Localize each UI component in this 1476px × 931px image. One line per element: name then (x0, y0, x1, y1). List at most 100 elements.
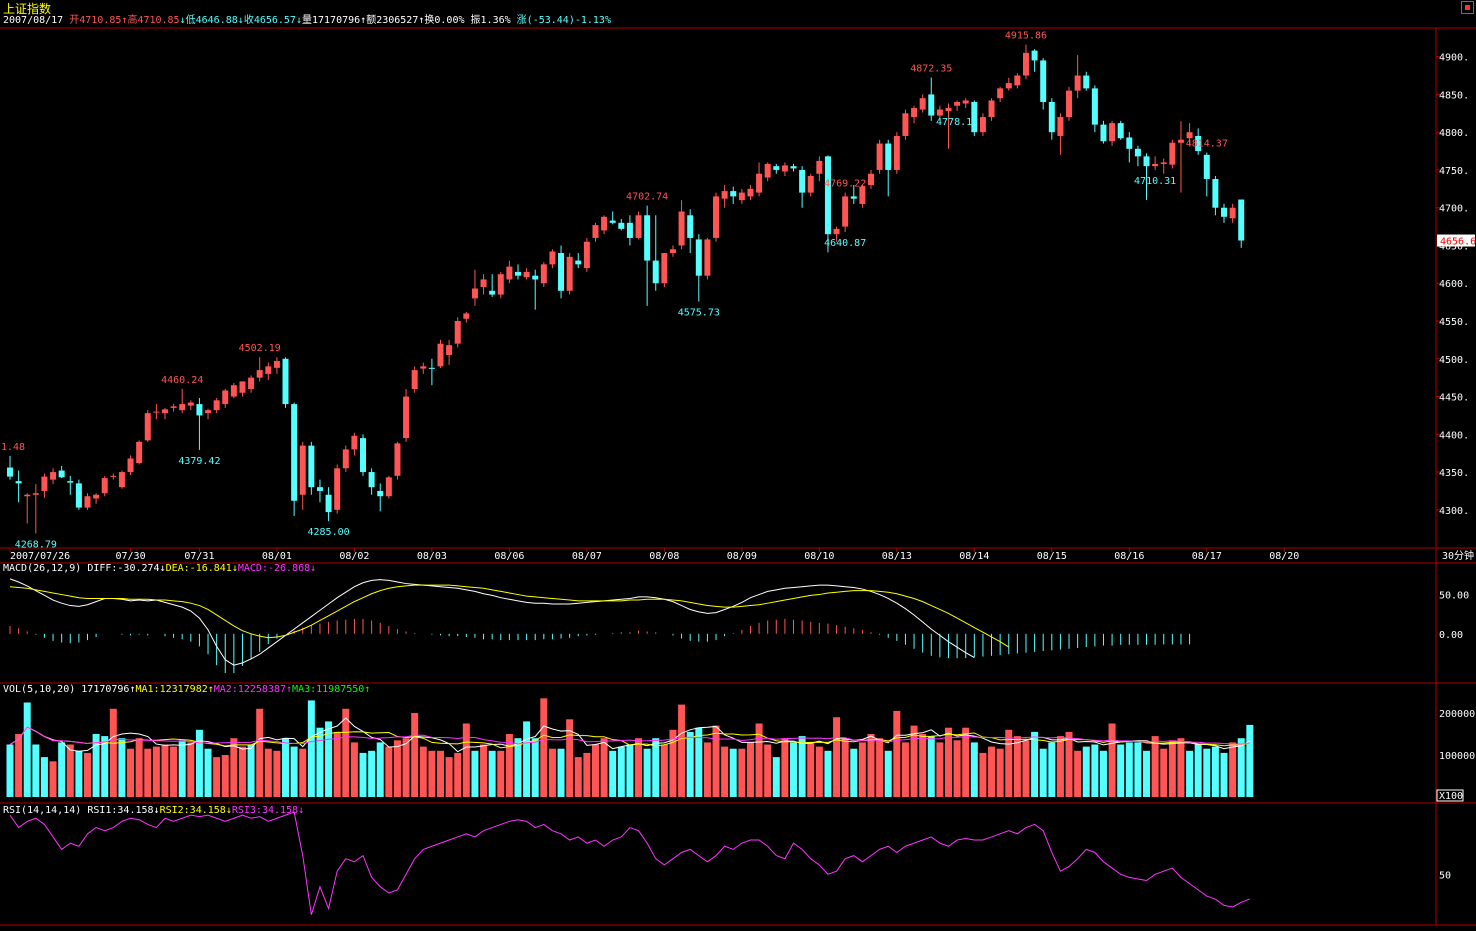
high-annotation: 4814.37 (1186, 139, 1228, 150)
price-tick-label: 4900. (1439, 53, 1469, 64)
vol-header: VOL(5,10,20) 17170796↑MA1:12317982↑MA2:1… (3, 684, 371, 695)
candle-body (342, 449, 349, 469)
volume-bar (471, 750, 479, 797)
amplitude-value: 1.36% (480, 15, 511, 26)
vol-tick-label: 100000 (1439, 751, 1475, 762)
candle-body (713, 196, 720, 238)
candle-body (334, 468, 341, 510)
candle-body (540, 264, 547, 284)
macd-dea: DEA:-16.841 (165, 563, 232, 574)
volume-bar (893, 710, 901, 797)
candle-body (127, 458, 134, 473)
candle-body (239, 381, 246, 393)
candle-body (196, 404, 203, 416)
volume-bar (359, 752, 367, 797)
volume-bar (781, 738, 789, 797)
candlestick-chart-canvas: 4300.4350.4400.4450.4500.4550.4600.4650.… (0, 27, 1476, 926)
candle-body (1126, 137, 1133, 149)
volume-bar (40, 757, 48, 797)
date-tick-label: 08/07 (572, 551, 602, 562)
volume-bar (1237, 738, 1245, 797)
candle-body (824, 156, 831, 235)
candle-body (101, 478, 108, 494)
volume-bar (1117, 744, 1125, 797)
candle-body (721, 191, 728, 199)
high-annotation: 4872.35 (910, 64, 952, 75)
candle-body (273, 361, 280, 368)
volume-bar (970, 742, 978, 797)
candle-body (368, 472, 375, 488)
candle-body (1203, 154, 1210, 180)
candle-body (868, 173, 874, 186)
volume-bar (170, 746, 178, 797)
volume-bar (574, 757, 582, 797)
volume-bar (1134, 742, 1142, 797)
price-tick-label: 4850. (1439, 90, 1469, 101)
date-tick-label: 07/31 (184, 551, 214, 562)
candle-body (635, 215, 642, 238)
price-tick-label: 4300. (1439, 506, 1469, 517)
amount-label: 额 (366, 15, 377, 26)
volume-bar (850, 748, 858, 797)
volume-bar (790, 742, 798, 797)
volume-bar (333, 731, 341, 797)
candle-body (1057, 117, 1064, 136)
candle-body (1186, 132, 1193, 139)
volume-bar (1065, 731, 1073, 797)
current-price-label: 4656.6 (1440, 237, 1476, 248)
volume-bar (635, 738, 643, 797)
candle-body (704, 239, 711, 276)
volume-bar (23, 702, 31, 797)
low-annotation: 4285.00 (307, 527, 349, 538)
candle-body (514, 271, 521, 276)
candle-body (480, 279, 487, 288)
volume-bar (678, 704, 686, 797)
candle-body (7, 467, 13, 477)
candle-body (24, 494, 31, 497)
candle-body (601, 216, 608, 231)
volume-bar (953, 740, 961, 797)
candle-body (575, 260, 582, 265)
volume-bar (927, 736, 935, 797)
volume-bar (1194, 744, 1202, 797)
volume-bar (445, 757, 453, 797)
high-annotation: 4702.74 (626, 192, 668, 203)
volume-bar (746, 742, 754, 797)
candle-body (609, 220, 616, 223)
rsi-rsi3: RSI3:34.158 (231, 805, 299, 816)
volume-bar (273, 750, 281, 797)
candle-body (954, 101, 961, 106)
candle-body (695, 239, 702, 276)
volume-bar (109, 708, 117, 797)
candle-body (1238, 199, 1245, 241)
volume-bar (75, 750, 83, 797)
candle-body (463, 313, 470, 319)
volume-bar (626, 744, 634, 797)
macd-tick-label: 0.00 (1439, 630, 1463, 641)
volume-bar (505, 734, 513, 797)
volume-bar (910, 725, 918, 797)
window-toggle-icon[interactable] (1461, 1, 1474, 14)
volume-bar (393, 740, 401, 797)
candle-body (213, 400, 220, 411)
candle-body (50, 472, 57, 480)
volume-bar (187, 742, 195, 797)
volume-bar (161, 744, 169, 797)
candle-body (799, 169, 806, 193)
volume-bar (1220, 752, 1228, 797)
candle-body (1169, 142, 1176, 165)
candle-body (876, 143, 883, 170)
volume-bar (583, 752, 591, 797)
low-annotation: 4778.13 (936, 117, 978, 128)
volume-bar (1203, 748, 1211, 797)
low-annotation: 4575.73 (678, 308, 720, 319)
price-tick-label: 4500. (1439, 355, 1469, 366)
volume-bar (350, 742, 358, 797)
volume-bar (1048, 742, 1056, 797)
close-value: 4656.57 (253, 15, 296, 26)
open-label: 开 (69, 15, 80, 26)
candle-body (592, 225, 599, 238)
turnover-label: 换 (424, 15, 435, 26)
candle-body (842, 196, 849, 227)
date-tick-label: 08/01 (262, 551, 292, 562)
